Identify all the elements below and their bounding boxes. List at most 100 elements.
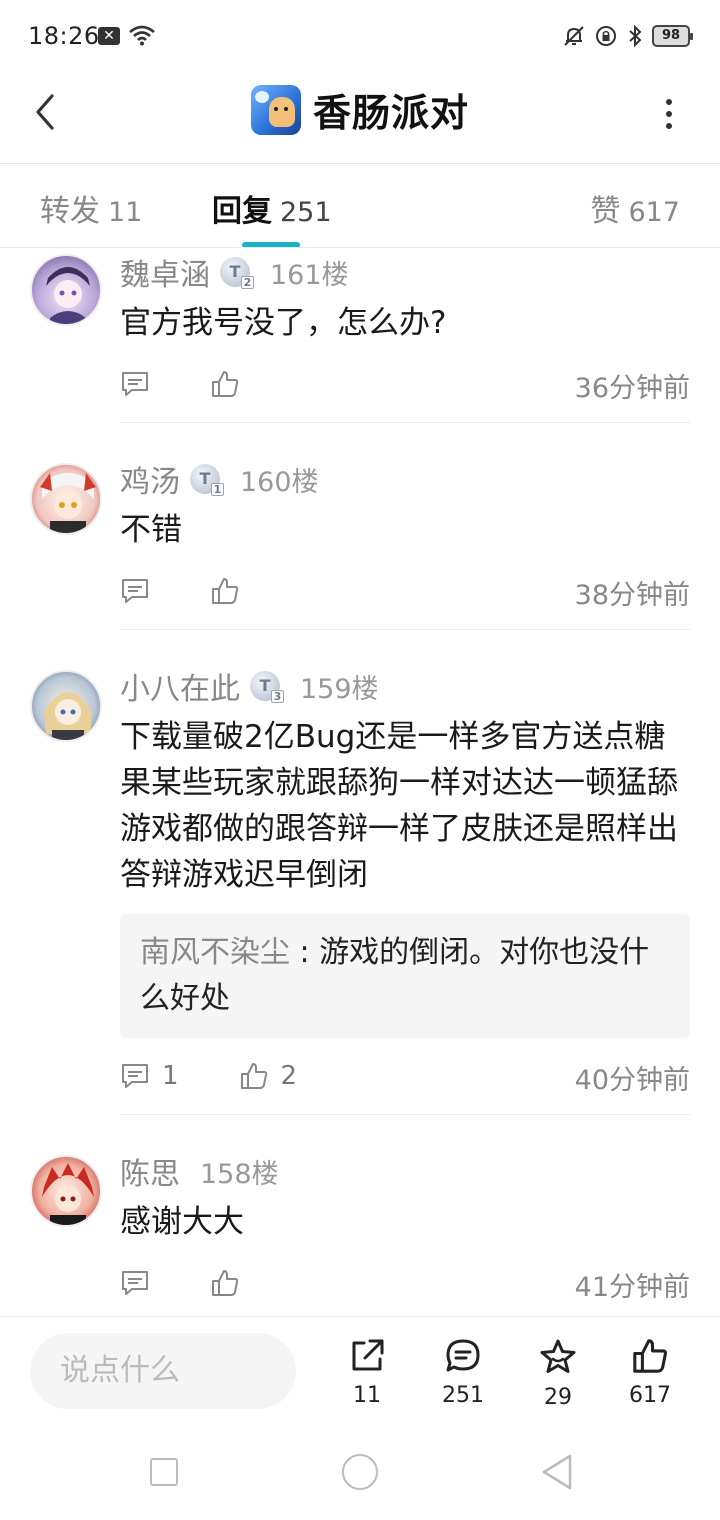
top-app-bar: 香肠派对 [0, 72, 720, 164]
notification-x-icon: ✕ [98, 27, 120, 45]
post-like-count: 617 [629, 1383, 671, 1408]
thumbs-up-icon [212, 578, 239, 604]
reply-item: 魏卓涵 T2 161楼 官方我号没了，怎么办? 36分钟前 [0, 248, 720, 423]
reply-text: 官方我号没了，怎么办? [120, 305, 447, 341]
favorite-button[interactable]: 29 [518, 1337, 598, 1410]
favorite-count: 29 [544, 1385, 572, 1410]
tab-forward-label: 转发 [40, 194, 100, 229]
floor-number: 158楼 [200, 1158, 279, 1190]
status-right-icons: 98 [562, 24, 693, 48]
like-button[interactable]: 2 [239, 1061, 298, 1091]
recents-button[interactable] [150, 1458, 178, 1486]
reply-username[interactable]: 鸡汤 [120, 457, 180, 501]
floor-number: 161楼 [270, 259, 349, 291]
avatar[interactable] [30, 1155, 102, 1227]
tab-forward[interactable]: 转发 11 [40, 186, 142, 230]
home-button[interactable] [342, 1454, 378, 1490]
reply-time: 38分钟前 [574, 580, 690, 611]
reply-time: 40分钟前 [574, 1065, 690, 1096]
badge-level: 3 [271, 690, 284, 703]
avatar-image-icon [42, 1163, 94, 1225]
floor-number: 159楼 [300, 673, 379, 705]
reply-item: 鸡汤 T1 160楼 不错 38分钟前 [0, 423, 720, 630]
reply-text: 下载量破2亿Bug还是一样多官方送点糖果某些玩家就跟舔狗一样对达达一顿猛舔游戏都… [120, 719, 678, 893]
share-count: 11 [353, 1383, 381, 1408]
comment-button[interactable] [120, 1269, 150, 1297]
avatar[interactable] [30, 463, 102, 535]
like-button[interactable] [210, 1268, 240, 1298]
avatar-image-icon [40, 473, 96, 533]
reply-username[interactable]: 小八在此 [120, 664, 240, 708]
reply-username[interactable]: 陈思 [120, 1149, 180, 1193]
badge-level: 1 [211, 483, 224, 496]
tab-replies-count: 251 [280, 197, 332, 228]
tab-likes[interactable]: 赞 617 [590, 186, 680, 230]
reply-actions: 36分钟前 [120, 346, 690, 422]
level-badge-icon: T1 [190, 464, 224, 496]
reply-item: 陈思 158楼 感谢大大 41分钟前 [0, 1115, 720, 1316]
tab-replies[interactable]: 回复 251 [212, 186, 332, 230]
reply-time: 41分钟前 [574, 1272, 690, 1303]
rotation-lock-icon [596, 26, 616, 46]
status-time: 18:26 [28, 22, 100, 50]
battery-indicator: 98 [652, 25, 693, 47]
tab-forward-count: 11 [108, 197, 143, 228]
floor-number: 160楼 [240, 466, 319, 498]
comments-count: 251 [442, 1383, 484, 1408]
header-title-group[interactable]: 香肠派对 [0, 82, 720, 137]
quote-separator: : [290, 935, 320, 970]
comment-icon [122, 1064, 148, 1088]
thumbs-up-icon [633, 1339, 668, 1373]
avatar[interactable] [30, 670, 102, 742]
reply-actions: 38分钟前 [120, 553, 690, 629]
bluetooth-icon [629, 24, 642, 48]
level-badge-icon: T3 [250, 671, 284, 703]
comment-count: 1 [162, 1061, 179, 1091]
system-nav-bar [0, 1420, 720, 1520]
reply-text: 不错 [120, 512, 182, 548]
avatar-image-icon [46, 267, 90, 324]
tab-likes-count: 617 [628, 197, 680, 228]
badge-level: 2 [241, 276, 254, 289]
comment-bubble-icon [446, 1339, 480, 1372]
quoted-reply[interactable]: 南风不染尘 : 游戏的倒闭。对你也没什么好处 [120, 914, 690, 1038]
mute-bell-icon [564, 26, 584, 46]
thumbs-up-icon [212, 371, 239, 397]
reply-username[interactable]: 魏卓涵 [120, 250, 210, 294]
comment-button[interactable] [120, 577, 150, 605]
tab-replies-label: 回复 [212, 194, 272, 229]
tab-bar: 转发 11 回复 251 赞 617 [0, 164, 720, 248]
comment-input[interactable]: 说点什么 [30, 1333, 296, 1409]
comment-button[interactable]: 1 [120, 1061, 179, 1091]
status-bar: 18:26 ✕ 98 [0, 0, 720, 72]
quoted-username[interactable]: 南风不染尘 [140, 935, 290, 970]
reply-text: 感谢大大 [120, 1204, 244, 1240]
like-post-button[interactable]: 617 [610, 1337, 690, 1408]
reply-list[interactable]: 魏卓涵 T2 161楼 官方我号没了，怎么办? 36分钟前 鸡汤 T 1 160… [0, 248, 720, 1316]
like-button[interactable] [210, 576, 240, 606]
thumbs-up-icon [240, 1063, 267, 1089]
like-count: 2 [280, 1061, 298, 1091]
tab-likes-label: 赞 [590, 194, 621, 229]
avatar[interactable] [30, 254, 102, 326]
more-options-icon[interactable] [664, 96, 674, 132]
reply-actions: 41分钟前 [120, 1245, 690, 1316]
comment-button[interactable] [120, 370, 150, 398]
app-icon [250, 84, 301, 135]
thumbs-up-icon [212, 1270, 239, 1296]
like-button[interactable] [210, 369, 240, 399]
comment-icon [122, 1271, 148, 1295]
avatar-image-icon [44, 692, 92, 740]
share-button[interactable]: 11 [327, 1337, 407, 1408]
reply-actions: 1 2 40分钟前 [120, 1038, 690, 1114]
reply-item: 小八在此 T3 159楼 下载量破2亿Bug还是一样多官方送点糖果某些玩家就跟舔… [0, 630, 720, 1115]
comments-button[interactable]: 251 [423, 1337, 503, 1408]
page-title: 香肠派对 [312, 91, 469, 135]
comment-icon [122, 579, 148, 603]
comment-icon [122, 372, 148, 396]
bottom-action-bar: 说点什么 11 251 29 617 [0, 1316, 720, 1420]
reply-time: 36分钟前 [574, 373, 690, 404]
star-icon [540, 1339, 576, 1373]
share-icon [352, 1339, 384, 1371]
nav-back-icon[interactable] [540, 1452, 574, 1492]
